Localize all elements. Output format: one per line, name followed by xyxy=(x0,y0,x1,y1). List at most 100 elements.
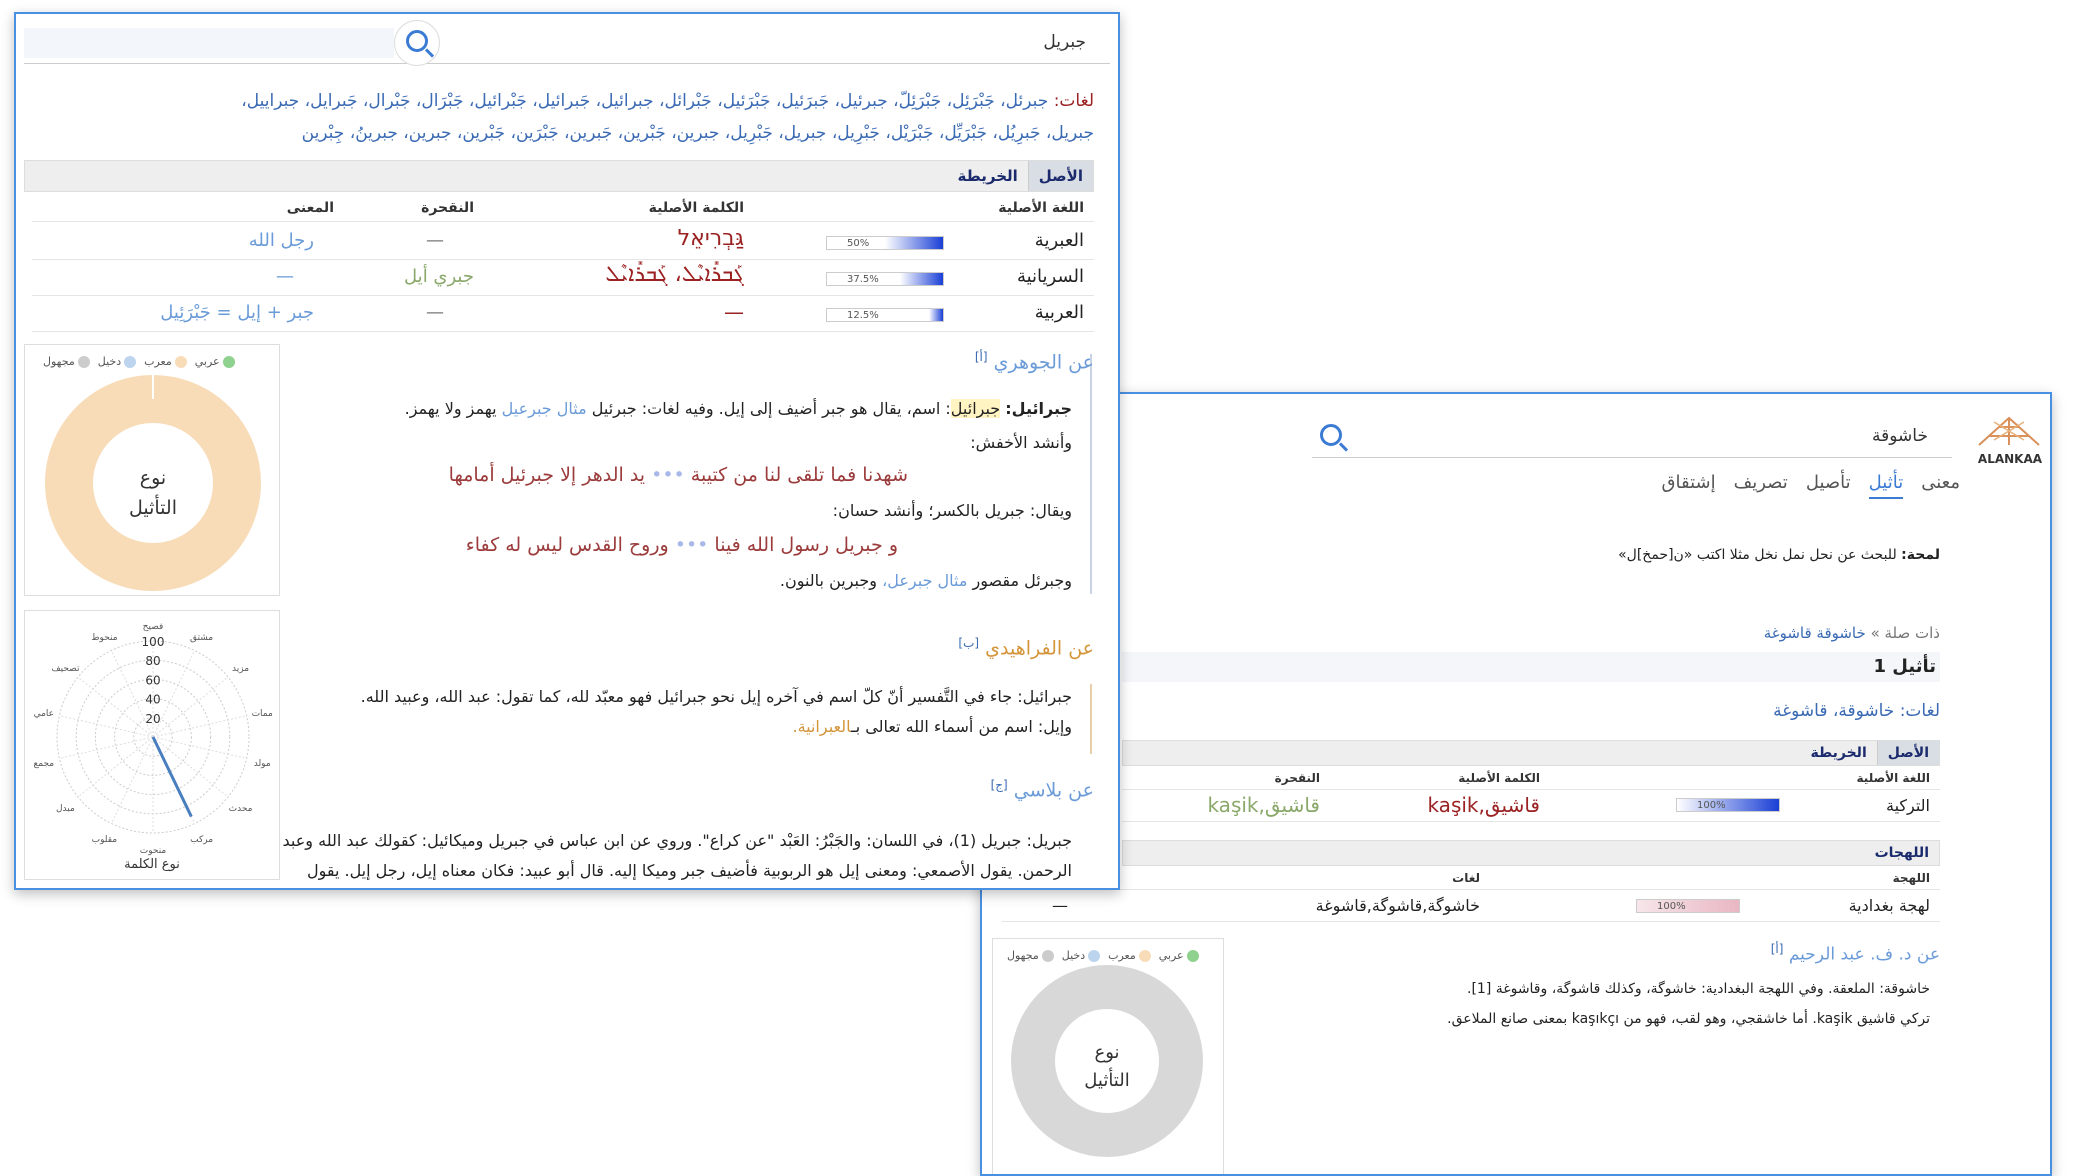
dialects-header-row: اللهجة لغات xyxy=(1002,868,1940,890)
tab-derivation[interactable]: إشتقاق xyxy=(1662,472,1716,499)
section-ref[interactable]: [أ] xyxy=(975,350,988,364)
search-icon[interactable] xyxy=(1320,424,1342,446)
radar-tick-label: 100 xyxy=(142,635,165,649)
tab-conjugation[interactable]: تصريف xyxy=(1734,472,1788,499)
poem2-b: وروح القدس ليس له كفاء xyxy=(465,534,669,556)
dialects-title: اللهجات xyxy=(1874,845,1929,861)
row3-pct-bar: 12.5% xyxy=(826,308,944,322)
word-type-panel: فصيح مشتق مزيد ممات مولد محدث مركب منحوت مقلوب مب… xyxy=(24,610,280,880)
hint-label: لمحة: xyxy=(1901,547,1940,563)
row1-word: גַּבְרִיאֵל xyxy=(677,226,744,251)
section-abdelrahim-p2: تركي قاشيق kaşik. أما خاشقجي، وهو لقب، ف… xyxy=(1447,1011,1930,1027)
tab-origin-table[interactable]: الأصل xyxy=(1876,741,1939,765)
radar-axis-label: منحوط xyxy=(91,633,117,643)
row3-translit: — xyxy=(426,302,444,323)
radar-tick-label: 60 xyxy=(145,673,160,687)
header-lang: اللغة الأصلية xyxy=(1856,771,1930,785)
tab-map[interactable]: الخريطة xyxy=(1801,741,1877,765)
row3-lang: العربية xyxy=(1034,302,1084,323)
section-abdelrahim-p1: خاشوقة: الملعقة. وفي اللهجة البغدادية: خ… xyxy=(1467,981,1930,997)
radar-axis-label: مولد xyxy=(254,759,271,769)
related-links[interactable]: خاشوقة قاشوغة xyxy=(1764,624,1866,642)
donut-label: نوع التأثيل xyxy=(113,463,193,523)
jawhari-p3: ويقال: جبريل بالكسر؛ وأنشد حسان: xyxy=(832,501,1072,520)
section-ref[interactable]: [ج] xyxy=(991,778,1008,792)
donut-label: نوع التأثيل xyxy=(1067,1039,1147,1095)
donut-label-line1: نوع xyxy=(1094,1042,1120,1063)
row2-meaning: — xyxy=(276,266,294,287)
row3-meaning[interactable]: جبر + إيل = جَبْرَئِيل xyxy=(160,302,314,323)
row3-word: — xyxy=(724,300,744,324)
origin-row: التركية 100% kaşik,قاشيق kaşik,قاشيق xyxy=(1122,790,1940,822)
jawhari-p1: جبرائيل: جبرائيل: اسم، يقال هو جبر أضيف … xyxy=(405,398,1072,420)
logo-bird-icon xyxy=(1978,416,2040,446)
radar-chart: فصيح مشتق مزيد ممات مولد محدث مركب منحوت مقلوب مب… xyxy=(33,622,273,856)
row1-lang: العبرية xyxy=(1034,230,1084,251)
origin-tabbar: الأصل الخريطة xyxy=(24,160,1094,192)
search-input[interactable]: خاشوقة xyxy=(1872,426,1928,446)
header-dialect: اللهجة xyxy=(1892,871,1930,885)
tab-etymology[interactable]: تأثيل xyxy=(1868,472,1904,499)
balasi-p2: الرحمن. يقول الأصمعي: ومعنى إيل هو الربو… xyxy=(306,861,1072,880)
origin-row-3: العربية 12.5% — — جبر + إيل = جَبْرَئِيل xyxy=(32,296,1094,332)
section-title-text: عن الجوهري xyxy=(993,351,1094,374)
jawhari-p1-end: يهمز ولا يهمز. xyxy=(404,399,497,418)
header-word: الكلمة الأصلية xyxy=(648,200,744,216)
row3-pct-fill xyxy=(928,309,943,321)
jawhari-p4-link[interactable]: مثال جبرعل، xyxy=(882,571,967,590)
poem-1: شهدنا فما تلقى لنا من كتيبة ••• يد الدهر… xyxy=(449,464,908,486)
section-ref[interactable]: [ب] xyxy=(958,636,979,650)
origin-row-1: العبرية 50% גַּבְרִיאֵל — رجل الله xyxy=(32,224,1094,260)
radar-axis-label: عامي xyxy=(34,709,54,719)
donut-legend: عربي معرب دخيل مجهول xyxy=(43,355,235,368)
balasi-p1: جبريل: جبريل (1)، في اللسان: والجَبْرُ: … xyxy=(282,831,1072,850)
variants-list-1[interactable]: جبرئل، جَبْرَئِل، جَبْرَئِلّ، جبرئيل، جَ… xyxy=(241,91,1048,111)
tab-origin-table[interactable]: الأصل xyxy=(1027,161,1093,191)
farahidi-p1: جبرائيل: جاء في التَّفسير أنّ كلّ اسم في… xyxy=(360,687,1072,706)
farahidi-p2-link[interactable]: العبرانية. xyxy=(792,717,851,736)
logo[interactable]: ALANKAA xyxy=(1974,410,2046,466)
dialect-variants: خاشوگة,قاشوگة,قاشوغة xyxy=(1315,896,1480,915)
origin-pct-fill xyxy=(1677,799,1779,811)
window-khashuqa: ALANKAA خاشوقة معنى تأثيل تأصيل تصريف إش… xyxy=(980,392,2052,1176)
row2-word: ܓܰܒܪܺܐܝܶܠ، ܓܰܒܪܺܐܝܶܠ xyxy=(605,262,744,287)
radar-axis-label: مبدل xyxy=(56,804,75,814)
header-meaning: المعنى xyxy=(286,200,334,216)
origin-word-ar: قاشيق xyxy=(1484,793,1540,817)
hint-text: للبحث عن نحل نمل نخل مثلا اكتب «ن[حمخ]ل» xyxy=(1618,547,1897,563)
origin-pct-text: 100% xyxy=(1697,800,1726,811)
row2-pct-bar: 37.5% xyxy=(826,272,944,286)
donut-label-line1: نوع xyxy=(139,467,167,489)
row1-meaning[interactable]: رجل الله xyxy=(249,230,314,251)
nav-tabs: معنى تأثيل تأصيل تصريف إشتقاق xyxy=(1662,472,1960,499)
variants-list[interactable]: خاشوقة، قاشوغة xyxy=(1773,701,1894,721)
poem-2: و جبريل رسول الله فينا ••• وروح القدس لي… xyxy=(466,534,898,556)
dialect-name: لهجة بغدادية xyxy=(1848,896,1930,915)
variants-list-2[interactable]: جبريل، جَبرِيُل، جَبْرَيِّل، جَبْرَيْل، … xyxy=(302,123,1094,143)
donut-label-line2: التأثيل xyxy=(128,497,177,519)
legend-loan: دخيل xyxy=(98,355,137,368)
tab-meaning[interactable]: معنى xyxy=(1921,472,1960,499)
variants-label: لغات: xyxy=(1899,701,1940,721)
radar-axis-label: منحوت xyxy=(140,846,167,856)
jawhari-p2: وأنشد الأخفش: xyxy=(970,433,1072,452)
tab-origin[interactable]: تأصيل xyxy=(1806,472,1851,499)
donut-label-line2: التأثيل xyxy=(1084,1070,1130,1091)
row2-pct-fill xyxy=(899,273,943,285)
search-icon[interactable] xyxy=(406,30,428,52)
row1-pct-text: 50% xyxy=(847,238,870,249)
jawhari-p1-bold: جبرائيل: xyxy=(1005,399,1072,418)
header-word: الكلمة الأصلية xyxy=(1458,771,1540,785)
origin-translit-lat: kaşik xyxy=(1207,793,1259,817)
window-jibril: جبريل لغات: جبرئل، جَبْرَئِل، جَبْرَئِلّ… xyxy=(14,12,1120,890)
origin-lang: التركية xyxy=(1886,796,1930,815)
search-input[interactable]: جبريل xyxy=(1043,32,1086,52)
radar-axis-label: ممات xyxy=(252,709,273,719)
jawhari-p1-link[interactable]: مثال جبرعيل xyxy=(502,399,587,418)
section-ref[interactable]: [أ] xyxy=(1771,942,1784,956)
origin-row-2: السريانية 37.5% ܓܰܒܪܺܐܝܶܠ، ܓܰܒܪܺܐܝܶܠ جبر… xyxy=(32,260,1094,296)
dialects-bar: اللهجات xyxy=(1122,840,1940,866)
poem2-dots: ••• xyxy=(674,534,709,556)
tab-map[interactable]: الخريطة xyxy=(948,161,1028,191)
variants-line2: جبريل، جَبرِيُل، جَبْرَيِّل، جَبْرَيْل، … xyxy=(302,118,1094,148)
